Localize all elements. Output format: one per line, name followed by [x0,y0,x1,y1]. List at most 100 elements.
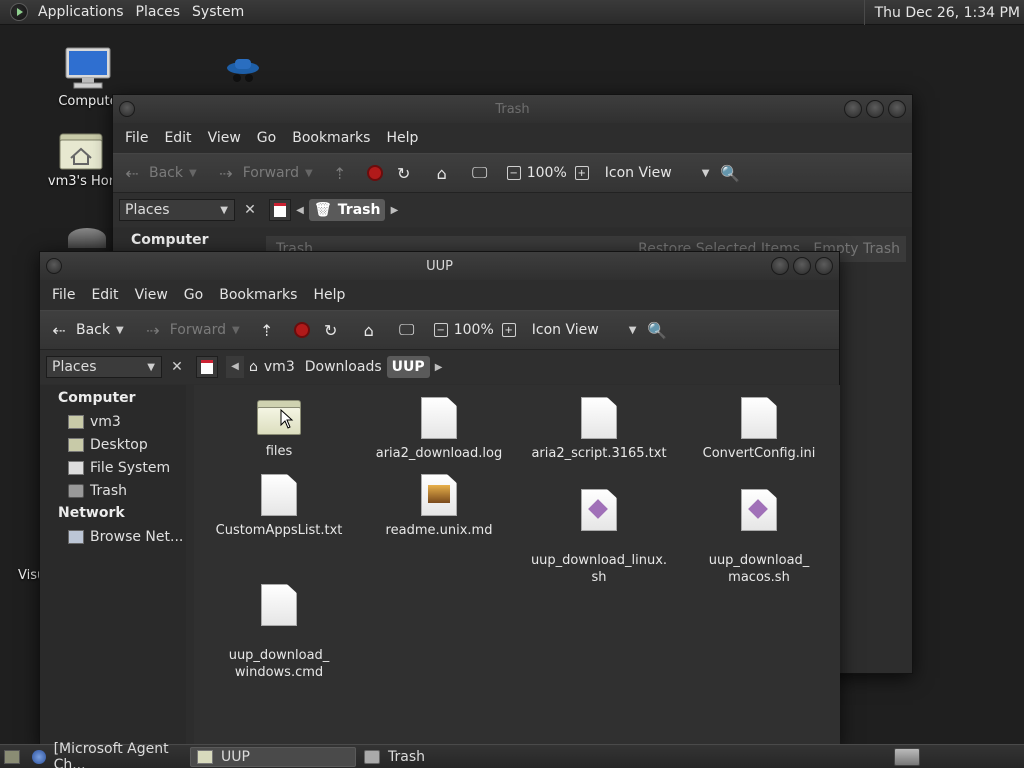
computer-button[interactable]: 🖵 [469,162,497,184]
file-item[interactable]: uup_download_ macos.sh [679,474,839,601]
reload-button[interactable]: ↻ [393,162,421,184]
file-item[interactable]: ConvertConfig.ini [679,397,839,462]
desktop-icon-home[interactable]: vm3's Hor [46,130,116,189]
workspace-switcher-icon[interactable] [894,748,920,766]
sidebar-item-browse-network[interactable]: Browse Net... [40,525,186,548]
zoom-in-icon[interactable]: + [574,166,589,180]
clock[interactable]: Thu Dec 26, 1:34 PM [863,0,1024,25]
show-desktop-button[interactable] [0,747,24,767]
task-label: Trash [388,748,425,765]
crumb-trash[interactable]: 🗑 Trash [309,199,386,221]
computer-button[interactable]: 🖵 [396,319,424,341]
menu-bookmarks[interactable]: Bookmarks [284,130,378,146]
menu-bookmarks[interactable]: Bookmarks [211,287,305,303]
crumb-downloads[interactable]: Downloads [300,356,387,378]
close-button[interactable] [815,257,833,275]
crumb-left-arrow-icon[interactable]: ◀ [226,356,244,378]
back-button[interactable]: ⇠ Back ▼ [121,162,196,184]
file-name: uup_download_ windows.cmd [228,648,330,680]
zoom-control[interactable]: −100% + [433,322,522,338]
crumb-right-arrow-icon[interactable]: ▶ [430,362,448,373]
window-menu-icon[interactable] [119,101,135,117]
task-microsoft-agent[interactable]: [Microsoft Agent Ch... [26,741,188,768]
trash-titlebar[interactable]: Trash [113,95,912,123]
menu-file[interactable]: File [117,130,156,146]
zoom-out-icon[interactable]: − [433,323,448,337]
home-button[interactable]: ⌂ [431,162,459,184]
sidebar-item-filesystem[interactable]: File System [40,456,186,479]
menu-applications[interactable]: Applications [32,4,130,20]
forward-label: Forward [242,165,300,181]
view-mode-label: Icon View [604,165,672,181]
menu-go[interactable]: Go [176,287,211,303]
menu-system[interactable]: System [186,4,250,20]
minimize-button[interactable] [771,257,789,275]
desktop-icon-computer[interactable]: Compute [56,46,120,109]
menu-places[interactable]: Places [130,4,187,20]
minimize-button[interactable] [844,100,862,118]
close-sidebar-icon[interactable]: ✕ [241,202,259,218]
places-select[interactable]: Places ▼ [119,199,235,221]
uup-sidebar: Computer vm3 Desktop File System Trash N… [40,385,186,746]
crumb-right-arrow-icon[interactable]: ▶ [385,205,403,216]
menu-edit[interactable]: Edit [83,287,126,303]
task-uup[interactable]: UUP [190,746,356,767]
maximize-button[interactable] [793,257,811,275]
places-select[interactable]: Places ▼ [46,356,162,378]
sidebar-item-desktop[interactable]: Desktop [40,433,186,456]
back-button[interactable]: ⇠ Back ▼ [48,319,123,341]
maximize-button[interactable] [866,100,884,118]
file-item[interactable]: readme.unix.md [359,474,519,539]
file-item[interactable]: aria2_download.log [359,397,519,462]
search-button[interactable]: 🔍 [719,162,747,184]
zoom-out-icon[interactable]: − [506,166,521,180]
uup-file-view[interactable]: files aria2_download.log aria2_script.31… [194,385,840,746]
file-name: files [265,444,293,459]
up-button[interactable]: ⇡ [329,162,357,184]
menu-file[interactable]: File [44,287,83,303]
view-mode-select[interactable]: Icon View ▼ [532,322,637,338]
mouse-cursor-icon [280,409,294,429]
file-item[interactable]: uup_download_linux. sh [519,474,679,601]
file-item[interactable]: CustomAppsList.txt [199,474,359,539]
browser-icon [32,749,46,764]
menu-go[interactable]: Go [249,130,284,146]
sidebar-item-vm3[interactable]: vm3 [40,410,186,433]
view-mode-select[interactable]: Icon View ▼ [605,165,710,181]
up-button[interactable]: ⇡ [256,319,284,341]
location-edit-button[interactable] [196,356,218,378]
home-icon: ⌂ [436,163,447,183]
zoom-in-icon[interactable]: + [501,323,516,337]
menu-help[interactable]: Help [378,130,426,146]
uup-window[interactable]: UUP File Edit View Go Bookmarks Help ⇠ Ba… [39,251,840,746]
file-item[interactable]: files [199,397,359,460]
file-item[interactable]: aria2_script.3165.txt [519,397,679,462]
window-menu-icon[interactable] [46,258,62,274]
menu-view[interactable]: View [127,287,176,303]
location-edit-button[interactable] [269,199,291,221]
reload-button[interactable]: ↻ [320,319,348,341]
crumb-left-arrow-icon[interactable]: ◀ [291,205,309,216]
sidebar-item-trash[interactable]: Trash [40,479,186,502]
home-button[interactable]: ⌂ [358,319,386,341]
search-button[interactable]: 🔍 [646,319,674,341]
zoom-control[interactable]: −100% + [506,165,595,181]
desktop-trash-icon[interactable] [68,228,106,248]
close-button[interactable] [888,100,906,118]
uup-titlebar[interactable]: UUP [40,252,839,280]
menu-edit[interactable]: Edit [156,130,199,146]
menu-help[interactable]: Help [305,287,353,303]
spy-agent-icon[interactable] [224,55,262,89]
app-menu-logo-icon[interactable] [10,3,28,21]
menu-view[interactable]: View [200,130,249,146]
trash-locationbar: Places ▼ ✕ ◀ 🗑 Trash ▶ [113,193,912,227]
file-item[interactable]: uup_download_ windows.cmd [199,569,359,696]
close-sidebar-icon[interactable]: ✕ [168,359,186,375]
stop-button[interactable] [293,322,310,338]
crumb-vm3[interactable]: ⌂ vm3 [244,356,300,378]
stop-button[interactable] [366,165,383,181]
task-trash[interactable]: Trash [358,747,518,767]
forward-button[interactable]: ⇢ Forward ▼ [142,319,240,341]
crumb-uup[interactable]: UUP [386,356,430,378]
forward-button[interactable]: ⇢ Forward ▼ [215,162,313,184]
